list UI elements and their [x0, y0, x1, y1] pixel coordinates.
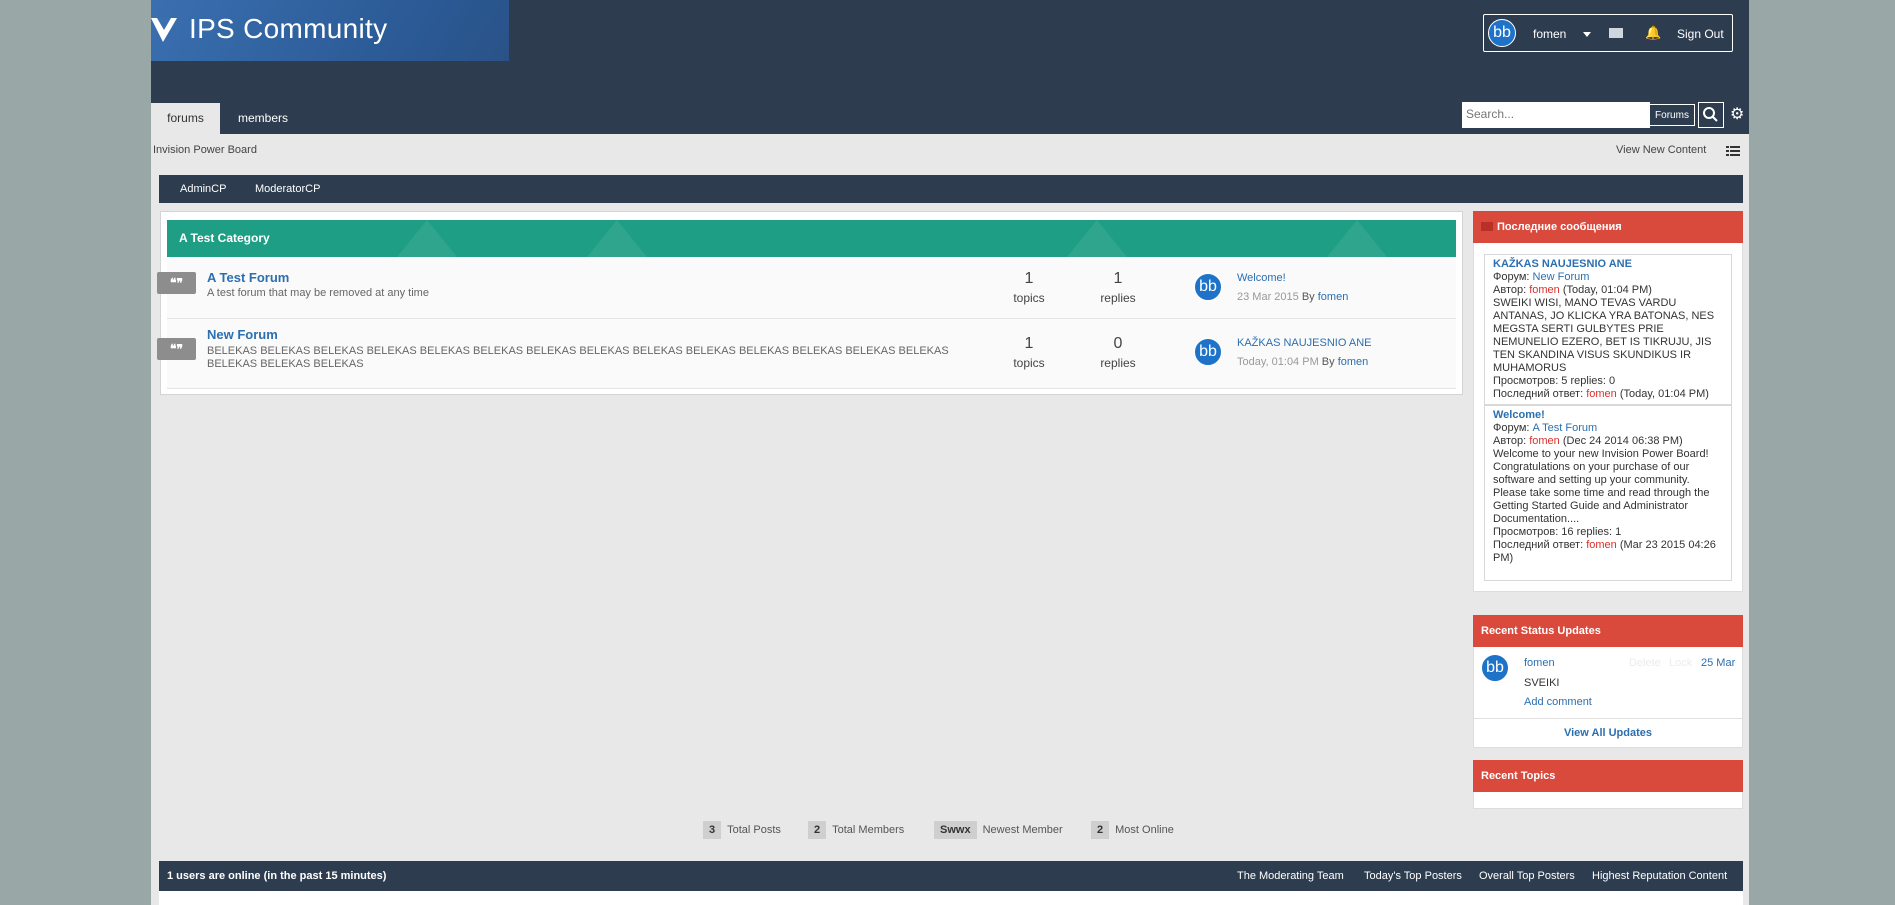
logo-icon: [151, 18, 177, 42]
quote-icon: ❝❞: [157, 272, 196, 294]
logo-text: IPS Community: [189, 13, 388, 44]
highest-reputation-link[interactable]: Highest Reputation Content: [1592, 870, 1727, 882]
forum-category-box: A Test Category ❝❞ A Test Forum A test f…: [157, 211, 1463, 395]
newest-member-link[interactable]: Swwx: [934, 821, 977, 839]
overall-top-posters-link[interactable]: Overall Top Posters: [1479, 870, 1575, 882]
tab-members[interactable]: members: [238, 103, 298, 134]
status-delete-link[interactable]: Delete: [1629, 657, 1661, 669]
topics-count: 1 topics: [1013, 335, 1045, 370]
tab-forums[interactable]: forums: [151, 103, 220, 134]
admin-cp-link[interactable]: AdminCP: [180, 183, 226, 195]
forum-title[interactable]: New Forum: [207, 327, 278, 342]
last-post-title[interactable]: Welcome!: [1237, 272, 1286, 284]
online-users-title: 1 users are online (in the past 15 minut…: [167, 870, 387, 882]
search-box: [1462, 102, 1650, 128]
online-users-bar: 1 users are online (in the past 15 minut…: [159, 861, 1743, 891]
moderator-bar: AdminCP ModeratorCP: [159, 175, 1743, 203]
status-text: SVEIKI: [1524, 677, 1560, 689]
recent-topics-box: [1473, 792, 1743, 809]
caret-down-icon[interactable]: [1583, 32, 1591, 37]
last-post-meta: Today, 01:04 PM By fomen: [1237, 356, 1369, 368]
online-users-list: [159, 891, 1743, 905]
moderator-cp-link[interactable]: ModeratorCP: [255, 183, 320, 195]
latest-post-forum-link[interactable]: A Test Forum: [1533, 422, 1598, 434]
last-reply-author-link[interactable]: fomen: [1586, 388, 1617, 400]
latest-post-author-link[interactable]: fomen: [1529, 435, 1560, 447]
quote-icon: ❝❞: [157, 338, 196, 360]
last-reply-author-link[interactable]: fomen: [1586, 539, 1617, 551]
user-name-link[interactable]: fomen: [1533, 27, 1566, 41]
breadcrumb[interactable]: Invision Power Board: [153, 144, 257, 156]
latest-post-item: KAŽKAS NAUJESNIO ANE Форум: New Forum Ав…: [1484, 254, 1732, 405]
gear-icon[interactable]: ⚙: [1730, 104, 1744, 124]
add-comment-link[interactable]: Add comment: [1524, 696, 1592, 708]
stat-most-online: 2 Most Online: [1091, 821, 1174, 839]
category-title[interactable]: A Test Category: [179, 231, 270, 245]
forum-row: ❝❞ A Test Forum A test forum that may be…: [157, 257, 1456, 319]
stat-total-members: 2 Total Members: [808, 821, 904, 839]
view-new-content-link[interactable]: View New Content: [1616, 144, 1706, 156]
last-post-author[interactable]: fomen: [1338, 356, 1369, 368]
status-author-link[interactable]: fomen: [1524, 657, 1555, 669]
avatar[interactable]: bb: [1194, 338, 1222, 366]
stat-total-posts: 3 Total Posts: [703, 821, 781, 839]
forum-description: A test forum that may be removed at any …: [207, 287, 429, 299]
replies-count: 1 replies: [1100, 270, 1136, 305]
todays-top-posters-link[interactable]: Today's Top Posters: [1364, 870, 1462, 882]
search-scope-button[interactable]: Forums: [1649, 104, 1695, 126]
page: IPS Community bb fomen 🔔 Sign Out forums…: [151, 0, 1749, 905]
status-lock-link[interactable]: Lock: [1669, 657, 1692, 669]
search-button[interactable]: [1698, 102, 1724, 128]
header: IPS Community bb fomen 🔔 Sign Out forums…: [151, 0, 1749, 134]
list-view-icon[interactable]: [1726, 146, 1740, 157]
forum-title[interactable]: A Test Forum: [207, 270, 289, 285]
latest-post-forum-link[interactable]: New Forum: [1533, 271, 1590, 283]
status-avatar[interactable]: bb: [1481, 654, 1509, 682]
logo[interactable]: IPS Community: [151, 0, 509, 61]
latest-post-views: Просмотров: 16 replies: 1: [1493, 526, 1622, 538]
search-input[interactable]: [1466, 107, 1646, 121]
sign-out-link[interactable]: Sign Out: [1677, 27, 1724, 41]
latest-post-author-link[interactable]: fomen: [1529, 284, 1560, 296]
latest-post-views: Просмотров: 5 replies: 0: [1493, 375, 1616, 387]
user-avatar[interactable]: bb: [1488, 19, 1516, 47]
last-post-author[interactable]: fomen: [1318, 291, 1349, 303]
latest-post-body: SWEIKI WISI, MANO TEVAS VARDU ANTANAS, J…: [1493, 297, 1715, 374]
forum-row: ❝❞ New Forum BELEKAS BELEKAS BELEKAS BEL…: [157, 319, 1456, 389]
latest-posts-header: Последние сообщения: [1473, 211, 1743, 243]
replies-count: 0 replies: [1100, 335, 1136, 370]
topics-count: 1 topics: [1013, 270, 1045, 305]
last-post-meta: 23 Mar 2015 By fomen: [1237, 291, 1349, 303]
avatar[interactable]: bb: [1194, 273, 1222, 301]
last-post-title[interactable]: KAŽKAS NAUJESNIO ANE: [1237, 337, 1371, 349]
view-all-updates-link[interactable]: View All Updates: [1474, 727, 1742, 739]
status-updates-box: bb fomen Delete Lock 25 Mar SVEIKI Add c…: [1473, 647, 1743, 748]
moderating-team-link[interactable]: The Moderating Team: [1237, 870, 1344, 882]
rss-icon: [1481, 222, 1493, 231]
user-bar: bb fomen 🔔 Sign Out: [1483, 14, 1733, 52]
forum-description: BELEKAS BELEKAS BELEKAS BELEKAS BELEKAS …: [207, 345, 949, 370]
recent-topics-header: Recent Topics: [1473, 760, 1743, 792]
latest-post-title[interactable]: Welcome!: [1493, 409, 1723, 422]
search-icon: [1703, 107, 1718, 122]
mail-icon[interactable]: [1609, 28, 1623, 38]
status-date: 25 Mar: [1701, 657, 1736, 669]
status-updates-header: Recent Status Updates: [1473, 615, 1743, 647]
latest-post-body: Welcome to your new Invision Power Board…: [1493, 448, 1710, 525]
category-header: A Test Category: [167, 220, 1456, 257]
bell-icon[interactable]: 🔔: [1645, 25, 1661, 41]
stat-newest-member: Swwx Newest Member: [934, 821, 1063, 839]
latest-post-title[interactable]: KAŽKAS NAUJESNIO ANE: [1493, 258, 1723, 271]
latest-post-item: Welcome! Форум: A Test Forum Автор: fome…: [1484, 405, 1732, 581]
